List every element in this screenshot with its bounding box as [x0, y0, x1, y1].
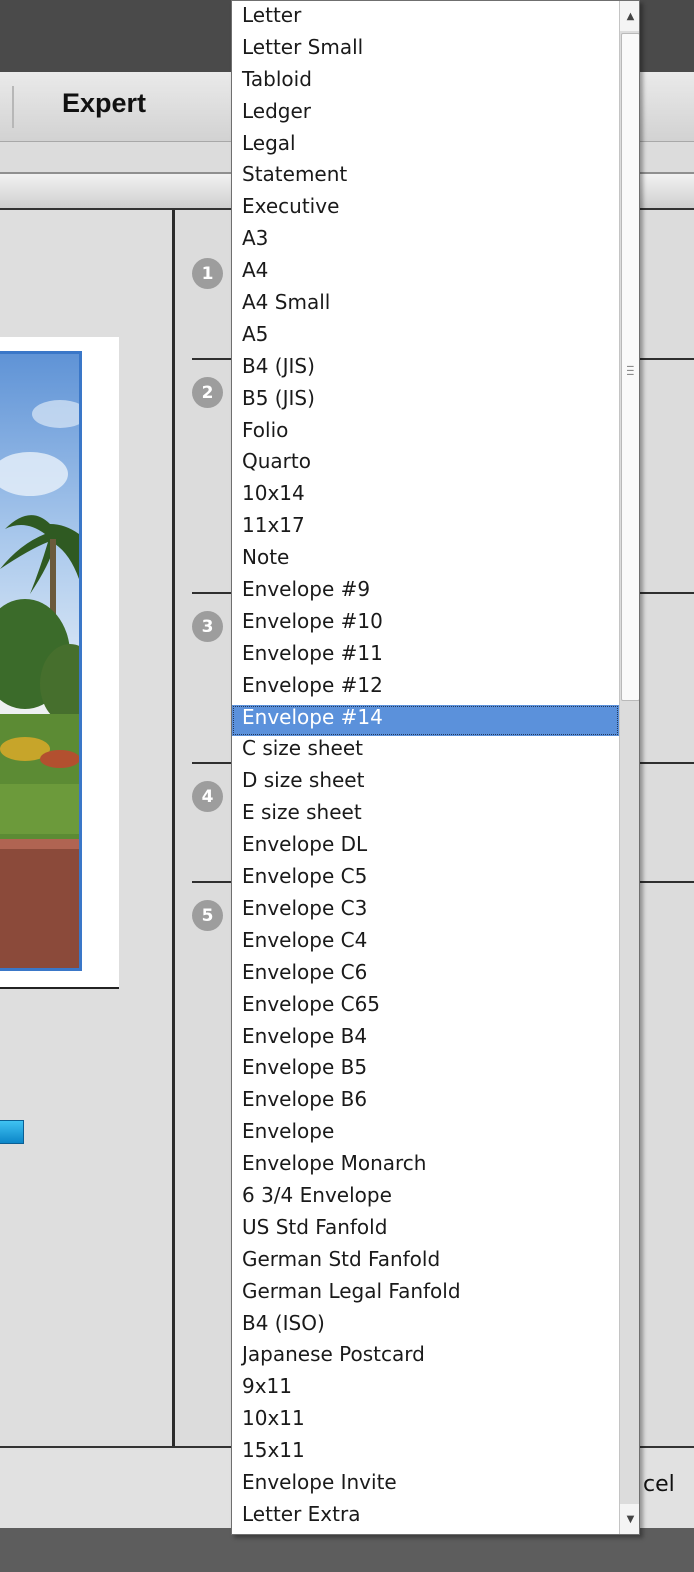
dropdown-scrollbar[interactable]: ▲ — — — ▼	[619, 1, 639, 1534]
paper-size-option[interactable]: Envelope B6	[232, 1087, 619, 1119]
paper-size-option[interactable]: Letter Extra	[232, 1502, 619, 1534]
paper-size-option[interactable]: A4	[232, 258, 619, 290]
paper-size-option[interactable]: A3	[232, 226, 619, 258]
paper-size-option[interactable]: Executive	[232, 194, 619, 226]
paper-size-option[interactable]: Envelope B4	[232, 1024, 619, 1056]
paper-size-option[interactable]: 15x11	[232, 1438, 619, 1470]
paper-size-option[interactable]: Quarto	[232, 449, 619, 481]
scroll-down-button[interactable]: ▼	[620, 1504, 639, 1534]
paper-size-option[interactable]: German Std Fanfold	[232, 1247, 619, 1279]
paper-size-option[interactable]: A5	[232, 322, 619, 354]
paper-size-option[interactable]: B5 (JIS)	[232, 386, 619, 418]
paper-size-option[interactable]: Envelope #11	[232, 641, 619, 673]
paper-size-option[interactable]: 9x11	[232, 1374, 619, 1406]
paper-size-option[interactable]: Folio	[232, 418, 619, 450]
paper-size-option[interactable]: Envelope	[232, 1119, 619, 1151]
paper-size-option[interactable]: Note	[232, 545, 619, 577]
paper-size-option[interactable]: Statement	[232, 162, 619, 194]
paper-size-option[interactable]: A4 Small	[232, 290, 619, 322]
down-arrow-icon: ▼	[626, 1513, 635, 1525]
paper-size-option[interactable]: Envelope B5	[232, 1055, 619, 1087]
tab-expert[interactable]: Expert	[62, 88, 146, 119]
paper-size-option[interactable]: Japanese Postcard	[232, 1342, 619, 1374]
photo-image	[0, 354, 79, 968]
paper-size-option[interactable]: Envelope #12	[232, 673, 619, 705]
paper-size-option[interactable]: Envelope Monarch	[232, 1151, 619, 1183]
paper-size-option[interactable]: Envelope DL	[232, 832, 619, 864]
paper-size-option[interactable]: 6 3/4 Envelope	[232, 1183, 619, 1215]
step-badge-2: 2	[192, 377, 223, 408]
up-arrow-icon: ▲	[626, 10, 635, 22]
paper-size-option[interactable]: C size sheet	[232, 736, 619, 768]
zoom-slider-handle[interactable]	[0, 1120, 24, 1144]
paper-size-option[interactable]: Envelope #9	[232, 577, 619, 609]
paper-size-option[interactable]: Ledger	[232, 99, 619, 131]
paper-size-option[interactable]: E size sheet	[232, 800, 619, 832]
preview-photo[interactable]	[0, 351, 82, 971]
paper-size-option[interactable]: Envelope C6	[232, 960, 619, 992]
paper-size-option[interactable]: German Legal Fanfold	[232, 1279, 619, 1311]
paper-size-option[interactable]: B4 (ISO)	[232, 1311, 619, 1343]
paper-size-option[interactable]: Envelope #10	[232, 609, 619, 641]
paper-size-option[interactable]: B4 (JIS)	[232, 354, 619, 386]
paper-size-options: Letter Letter Small Tabloid Ledger Legal Stat…	[232, 3, 619, 1534]
paper-size-option[interactable]: Envelope C4	[232, 928, 619, 960]
paper-size-option[interactable]: 10x14	[232, 481, 619, 513]
step-badge-1: 1	[192, 258, 223, 289]
cancel-button[interactable]: cel	[643, 1472, 675, 1497]
scroll-grip-icon: — — —	[627, 359, 634, 380]
paper-size-dropdown-list[interactable]: Letter Letter Small Tabloid Ledger Legal Stat…	[231, 0, 640, 1535]
paper-size-option[interactable]: Envelope C3	[232, 896, 619, 928]
paper-size-option[interactable]: Envelope Invite	[232, 1470, 619, 1502]
tab-divider	[12, 86, 14, 128]
paper-size-option[interactable]: Legal	[232, 131, 619, 163]
scroll-up-button[interactable]: ▲	[620, 1, 639, 31]
paper-size-option[interactable]: US Std Fanfold	[232, 1215, 619, 1247]
paper-size-option[interactable]: D size sheet	[232, 768, 619, 800]
step-badge-4: 4	[192, 781, 223, 812]
paper-size-option[interactable]: Envelope #14	[232, 704, 619, 737]
paper-size-option[interactable]: Letter	[232, 3, 619, 35]
paper-size-option[interactable]: 11x17	[232, 513, 619, 545]
paper-size-option[interactable]: Letter Small	[232, 35, 619, 67]
paper-size-option[interactable]: Tabloid	[232, 67, 619, 99]
scroll-thumb[interactable]: — — —	[621, 33, 639, 701]
paper-size-option[interactable]: Envelope C5	[232, 864, 619, 896]
step-badge-3: 3	[192, 611, 223, 642]
paper-size-option[interactable]: 10x11	[232, 1406, 619, 1438]
step-badge-5: 5	[192, 900, 223, 931]
paper-size-option[interactable]: Envelope C65	[232, 992, 619, 1024]
